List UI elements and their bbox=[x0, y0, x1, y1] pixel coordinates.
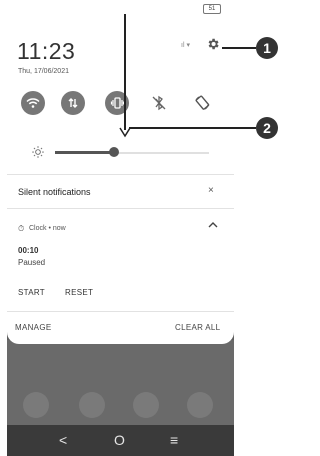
mobile-data-icon bbox=[68, 98, 78, 108]
clock-time: 11:23 bbox=[17, 38, 76, 64]
callout-badge-2: 2 bbox=[256, 117, 278, 139]
clear-all-button[interactable]: CLEAR ALL bbox=[175, 323, 220, 332]
signal-icon: ıl ▾ bbox=[181, 42, 190, 49]
chat-app-icon[interactable] bbox=[133, 392, 159, 418]
phone-app-icon[interactable] bbox=[23, 392, 49, 418]
settings-gear-icon[interactable] bbox=[206, 37, 220, 51]
divider bbox=[7, 311, 234, 312]
callout-badge-1: 1 bbox=[256, 37, 278, 59]
start-button[interactable]: START bbox=[18, 288, 45, 297]
notification-body: Paused bbox=[18, 258, 46, 267]
divider bbox=[7, 174, 234, 175]
mobile-data-toggle[interactable] bbox=[61, 91, 85, 115]
phone-screen: < O ≡ 51 11:23 Thu, 17/06/2021 ıl ▾ Sile… bbox=[7, 0, 234, 456]
bluetooth-off-icon bbox=[152, 95, 166, 111]
clock-icon: ⏱ bbox=[18, 224, 25, 233]
reset-button[interactable]: RESET bbox=[65, 288, 93, 297]
brightness-fill bbox=[55, 151, 114, 154]
notification-shade: 51 11:23 Thu, 17/06/2021 ıl ▾ Silent not… bbox=[7, 0, 234, 344]
dismiss-silent-button[interactable]: × bbox=[208, 185, 214, 196]
wifi-icon bbox=[26, 98, 40, 108]
battery-icon: 51 bbox=[203, 4, 221, 14]
back-button[interactable]: < bbox=[59, 432, 67, 448]
auto-rotate-toggle[interactable] bbox=[190, 91, 214, 115]
callout-line-2 bbox=[129, 127, 256, 129]
camera-app-icon[interactable] bbox=[187, 392, 213, 418]
drag-down-arrow-line bbox=[124, 14, 126, 130]
brightness-control bbox=[31, 143, 221, 163]
divider bbox=[7, 208, 234, 209]
bluetooth-toggle[interactable] bbox=[147, 91, 171, 115]
brightness-icon bbox=[32, 146, 44, 158]
navigation-bar: < O ≡ bbox=[7, 425, 234, 456]
wifi-toggle[interactable] bbox=[21, 91, 45, 115]
notification-app-name: Clock • now bbox=[29, 225, 66, 232]
brightness-slider-thumb[interactable] bbox=[108, 147, 119, 157]
clock-date: Thu, 17/06/2021 bbox=[18, 68, 69, 75]
callout-line-1 bbox=[222, 47, 256, 49]
recents-button[interactable]: ≡ bbox=[170, 432, 178, 448]
notification-title: 00:10 bbox=[18, 246, 39, 255]
chevron-up-icon[interactable] bbox=[207, 220, 219, 230]
manage-button[interactable]: MANAGE bbox=[15, 323, 51, 332]
messages-app-icon[interactable] bbox=[79, 392, 105, 418]
home-button[interactable]: O bbox=[114, 432, 125, 448]
silent-notifications-title: Silent notifications bbox=[18, 187, 91, 197]
auto-rotate-icon bbox=[195, 95, 210, 110]
